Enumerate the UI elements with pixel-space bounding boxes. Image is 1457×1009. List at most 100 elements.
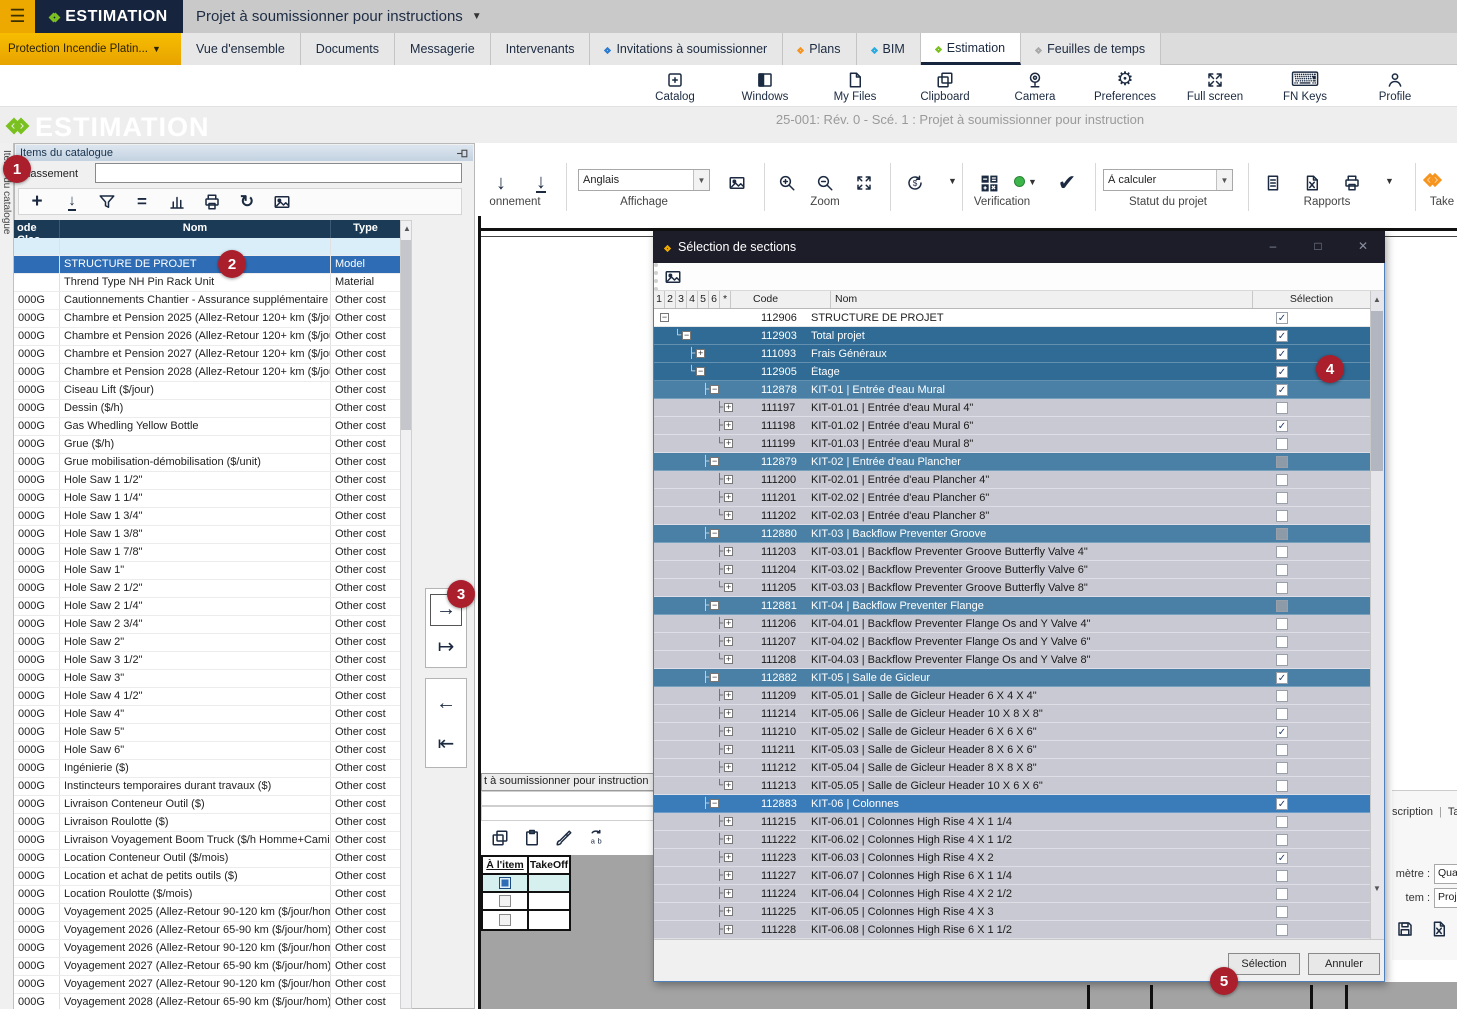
expand-icon[interactable]: + [724, 421, 733, 430]
item-takeoff-row[interactable] [483, 911, 569, 929]
expand-icon[interactable]: + [724, 691, 733, 700]
tree-row[interactable]: −112906STRUCTURE DE PROJET✓ [654, 309, 1370, 327]
tree-row[interactable]: ├+111093Frais Généraux✓ [654, 345, 1370, 363]
selection-checkbox[interactable] [1276, 654, 1288, 666]
level-header-5[interactable]: 5 [698, 291, 709, 308]
adjust-icon[interactable]: = [132, 192, 152, 212]
expand-icon[interactable]: + [724, 709, 733, 718]
expand-icon[interactable]: + [724, 853, 733, 862]
parametre-select[interactable]: Quanti [1434, 864, 1457, 884]
tree-row[interactable]: ├+111214KIT-05.06 | Salle de Gicleur Hea… [654, 705, 1370, 723]
catalog-row[interactable]: 000GHole Saw 1 7/8"Other cost [14, 544, 400, 562]
catalog-row[interactable] [14, 238, 400, 256]
expand-icon[interactable]: + [724, 907, 733, 916]
tab-documents[interactable]: Documents [301, 33, 395, 65]
appbar-my-files-button[interactable]: My Files [810, 66, 900, 107]
dialog-scrollbar-thumb[interactable] [1371, 311, 1383, 471]
selection-checkbox[interactable] [1276, 402, 1288, 414]
tree-row[interactable]: ├+111225KIT-06.05 | Colonnes High Rise 4… [654, 903, 1370, 921]
scroll-down-arrow[interactable]: ▼ [1371, 884, 1383, 893]
expand-icon[interactable]: + [724, 655, 733, 664]
level-header-6[interactable]: 6 [709, 291, 720, 308]
selection-checkbox[interactable] [1276, 492, 1288, 504]
import-icon[interactable]: ↓ [62, 192, 82, 212]
tree-row[interactable]: ├−112880KIT-03 | Backflow Preventer Groo… [654, 525, 1370, 543]
expand-icon[interactable]: + [724, 817, 733, 826]
selection-checkbox[interactable]: ✓ [1276, 384, 1288, 396]
appbar-full-screen-button[interactable]: Full screen [1170, 66, 1260, 107]
selection-checkbox[interactable] [1276, 834, 1288, 846]
filter-icon[interactable] [97, 192, 117, 212]
catalog-row[interactable]: 000GDessin ($/h)Other cost [14, 400, 400, 418]
chart-icon[interactable] [167, 192, 187, 212]
selection-checkbox[interactable] [1276, 924, 1288, 936]
expand-icon[interactable]: + [724, 637, 733, 646]
image-icon[interactable] [664, 268, 682, 286]
collapse-icon[interactable]: − [710, 385, 719, 394]
tree-row[interactable]: ├+111198KIT-01.02 | Entrée d'eau Mural 6… [654, 417, 1370, 435]
appbar-catalog-button[interactable]: Catalog [630, 66, 720, 107]
col-nom[interactable]: Nom [60, 220, 331, 238]
selection-checkbox[interactable] [1276, 816, 1288, 828]
catalog-row[interactable]: 000GChambre et Pension 2025 (Allez-Retou… [14, 310, 400, 328]
language-select[interactable]: Anglais▼ [578, 169, 710, 191]
tab-intervenants[interactable]: Intervenants [491, 33, 591, 65]
tree-row[interactable]: ├+111201KIT-02.02 | Entrée d'eau Planche… [654, 489, 1370, 507]
tree-row[interactable]: ├+111197KIT-01.01 | Entrée d'eau Mural 4… [654, 399, 1370, 417]
appbar-clipboard-button[interactable]: Clipboard [900, 66, 990, 107]
zoom-out-icon[interactable] [808, 168, 842, 198]
appbar-profile-button[interactable]: Profile [1350, 66, 1440, 107]
expand-icon[interactable]: + [724, 583, 733, 592]
selection-checkbox[interactable]: ✓ [1276, 726, 1288, 738]
takeoff-diamond-icon[interactable] [1425, 172, 1440, 190]
catalog-row[interactable]: 000GIngénierie ($)Other cost [14, 760, 400, 778]
selection-checkbox[interactable]: ✓ [1276, 798, 1288, 810]
selection-checkbox[interactable] [1276, 528, 1288, 540]
catalog-row[interactable]: 000GHole Saw 1"Other cost [14, 562, 400, 580]
item-takeoff-row[interactable] [483, 893, 569, 911]
project-title-dropdown[interactable]: Projet à soumissionner pour instructions… [196, 0, 482, 33]
expand-icon[interactable]: + [724, 925, 733, 934]
catalog-row[interactable]: Thrend Type NH Pin Rack UnitMaterial [14, 274, 400, 292]
level-header-1[interactable]: 1 [654, 291, 665, 308]
expand-icon[interactable]: + [724, 763, 733, 772]
tab-takeoff[interactable]: Take [1448, 806, 1457, 818]
pin-icon[interactable] [456, 147, 469, 160]
tree-row[interactable]: ├+111210KIT-05.02 | Salle de Gicleur Hea… [654, 723, 1370, 741]
catalog-row[interactable]: 000GInstincteurs temporaires durant trav… [14, 778, 400, 796]
tab-bim[interactable]: BIM [857, 33, 921, 65]
collapse-icon[interactable]: − [710, 529, 719, 538]
selection-checkbox[interactable] [1276, 546, 1288, 558]
level-header-4[interactable]: 4 [687, 291, 698, 308]
classement-input[interactable] [95, 163, 462, 183]
collapse-icon[interactable]: − [682, 331, 691, 340]
chevron-down-icon[interactable]: ▼ [948, 176, 957, 186]
expand-icon[interactable]: + [724, 547, 733, 556]
currency-refresh-icon[interactable]: $ [898, 168, 932, 198]
tree-row[interactable]: └+111208KIT-04.03 | Backflow Preventer F… [654, 651, 1370, 669]
selection-checkbox[interactable] [1276, 870, 1288, 882]
expand-icon[interactable]: + [724, 835, 733, 844]
tree-row[interactable]: ├−112882KIT-05 | Salle de Gicleur✓ [654, 669, 1370, 687]
tab-plans[interactable]: Plans [783, 33, 856, 65]
minimize-icon[interactable]: – [1258, 239, 1288, 255]
col-selection[interactable]: Sélection [1253, 291, 1370, 308]
selection-checkbox[interactable] [1276, 510, 1288, 522]
col-nom[interactable]: Nom [831, 291, 1253, 308]
tree-row[interactable]: ├+111224KIT-06.04 | Colonnes High Rise 4… [654, 885, 1370, 903]
selection-checkbox[interactable]: ✓ [1276, 420, 1288, 432]
catalog-row[interactable]: 000GChambre et Pension 2026 (Allez-Retou… [14, 328, 400, 346]
tab-vue-d-ensemble[interactable]: Vue d'ensemble [181, 33, 301, 65]
item-takeoff-row[interactable] [483, 875, 569, 893]
copy-icon[interactable] [491, 829, 509, 847]
selection-checkbox[interactable] [1276, 744, 1288, 756]
collapse-icon[interactable]: − [710, 799, 719, 808]
selection-checkbox[interactable] [1276, 618, 1288, 630]
catalog-row[interactable]: 000GHole Saw 1 1/2"Other cost [14, 472, 400, 490]
transfer-left-button[interactable]: ← [430, 687, 462, 719]
tree-row[interactable]: ├+111223KIT-06.03 | Colonnes High Rise 4… [654, 849, 1370, 867]
excel-icon[interactable] [1430, 920, 1448, 938]
catalog-row[interactable]: 000GHole Saw 2 3/4"Other cost [14, 616, 400, 634]
tree-row[interactable]: ├+111203KIT-03.01 | Backflow Preventer G… [654, 543, 1370, 561]
selection-checkbox[interactable]: ✓ [1276, 348, 1288, 360]
